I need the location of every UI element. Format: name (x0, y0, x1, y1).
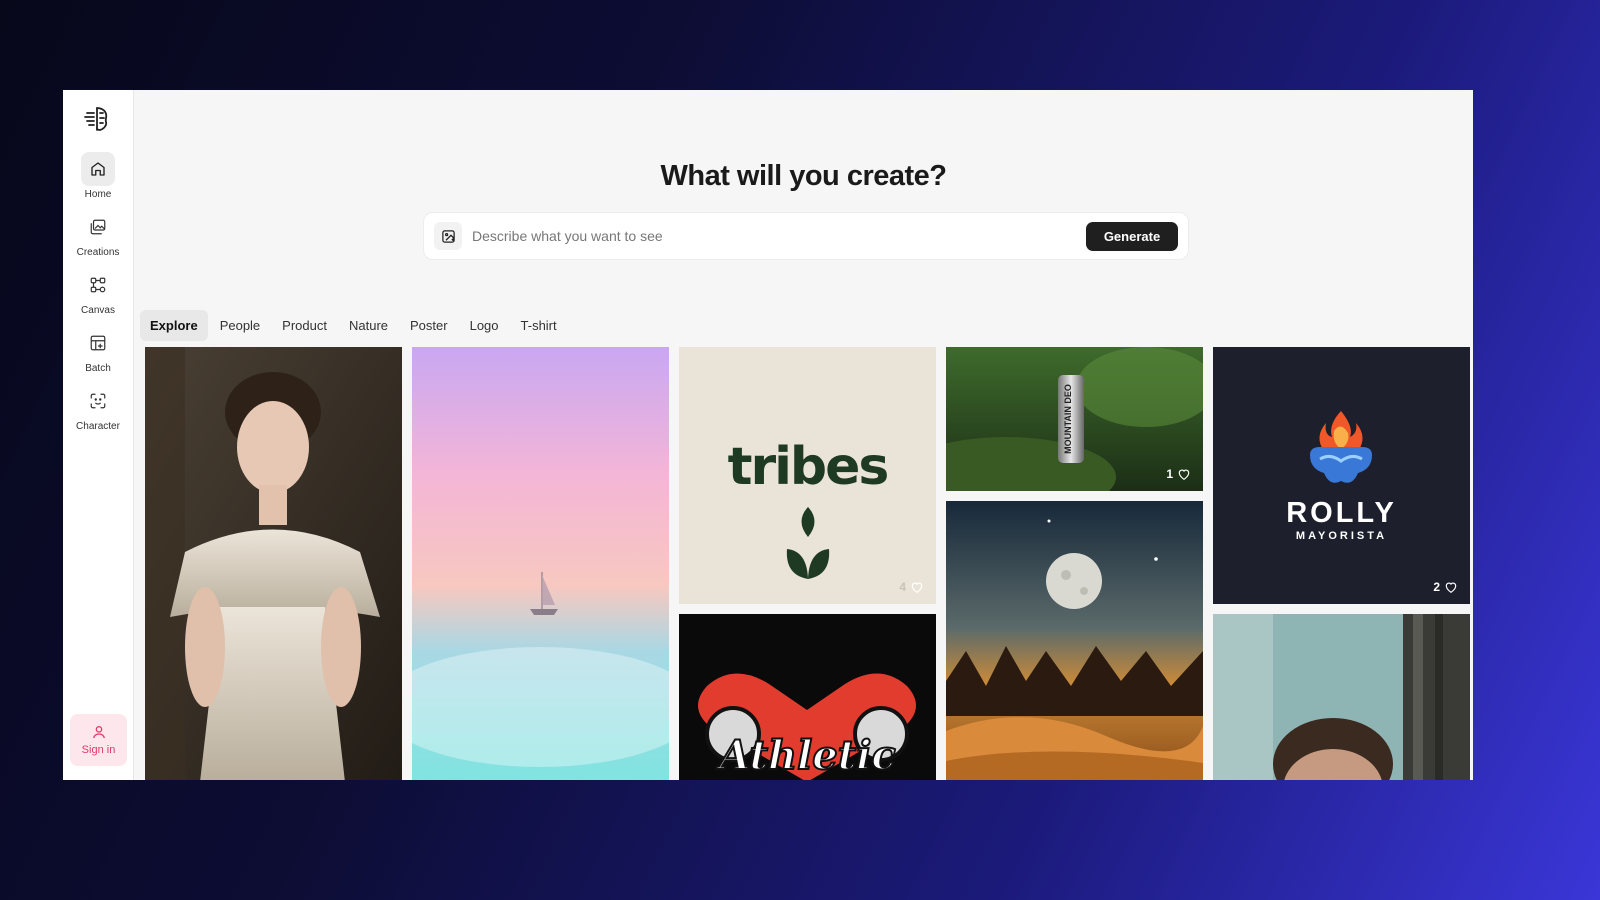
bride-portrait-image (145, 347, 402, 780)
forest-can-image: MOUNTAIN DEO (946, 347, 1203, 491)
tab-people[interactable]: People (210, 310, 270, 341)
sign-in-button[interactable]: Sign in (70, 714, 127, 766)
image-upload-button[interactable] (434, 222, 462, 250)
sidebar-item-label: Batch (85, 363, 111, 374)
sidebar-item-label: Creations (76, 247, 120, 258)
tab-logo[interactable]: Logo (460, 310, 509, 341)
gallery-image-rolly-logo[interactable]: ROLLY MAYORISTA 2 (1213, 347, 1470, 604)
pastel-sea-image (412, 347, 669, 780)
like-count: 4 (899, 580, 924, 594)
user-icon (92, 726, 105, 739)
gallery-image-athletic-logo[interactable]: Athletic (679, 614, 936, 780)
brain-logo-icon[interactable] (83, 104, 113, 134)
face-scan-icon (81, 384, 115, 418)
rolly-subtitle: MAYORISTA (1295, 530, 1388, 542)
moon-desert-image (946, 501, 1203, 780)
page-title: What will you create? (660, 160, 948, 192)
tab-poster[interactable]: Poster (400, 310, 458, 341)
tab-nature[interactable]: Nature (339, 310, 398, 341)
batch-grid-icon (81, 326, 115, 360)
gallery-image-bride-portrait[interactable] (145, 347, 402, 780)
generate-button[interactable]: Generate (1086, 221, 1178, 251)
canvas-nodes-icon (81, 268, 115, 302)
leaf-icon (786, 507, 830, 579)
prompt-bar: Generate (423, 212, 1189, 260)
heart-icon[interactable] (910, 580, 924, 594)
gallery-image-boy-portrait[interactable] (1213, 614, 1470, 780)
rolly-title: ROLLY (1286, 497, 1397, 529)
gallery-image-mountain-deo-can[interactable]: MOUNTAIN DEO 1 (946, 347, 1203, 491)
sidebar: Home Creations Canvas Batch Character Si… (63, 90, 134, 780)
sidebar-item-creations[interactable]: Creations (66, 210, 130, 258)
heart-icon[interactable] (1177, 467, 1191, 481)
sign-in-label: Sign in (81, 744, 116, 756)
sidebar-item-batch[interactable]: Batch (66, 326, 130, 374)
like-count: 1 (1166, 467, 1191, 481)
sidebar-item-label: Home (84, 189, 112, 200)
tab-tshirt[interactable]: T-shirt (511, 310, 567, 341)
category-tabs: Explore People Product Nature Poster Log… (140, 310, 567, 341)
tribes-logo-text: tribes (727, 437, 890, 497)
tab-product[interactable]: Product (272, 310, 337, 341)
gallery-image-moon-desert[interactable] (946, 501, 1203, 780)
sidebar-item-character[interactable]: Character (66, 384, 130, 432)
tab-explore[interactable]: Explore (140, 310, 208, 341)
athletic-text: Athletic (718, 731, 897, 780)
image-add-icon (441, 229, 455, 243)
prompt-input[interactable] (472, 228, 1086, 244)
gallery-image-tribes-logo[interactable]: tribes 4 (679, 347, 936, 604)
can-label-text: MOUNTAIN DEO (1063, 384, 1073, 454)
images-icon (81, 210, 115, 244)
flame-brain-icon (1310, 411, 1372, 483)
home-icon (81, 152, 115, 186)
like-count: 2 (1433, 580, 1458, 594)
sidebar-item-canvas[interactable]: Canvas (66, 268, 130, 316)
sidebar-item-label: Canvas (81, 305, 115, 316)
sidebar-item-home[interactable]: Home (66, 152, 130, 200)
sidebar-item-label: Character (76, 421, 120, 432)
main-content: What will you create? Generate Explore P… (134, 90, 1473, 780)
heart-icon[interactable] (1444, 580, 1458, 594)
boy-portrait-image (1213, 614, 1470, 780)
gallery-image-pastel-sea[interactable] (412, 347, 669, 780)
app-window: Home Creations Canvas Batch Character Si… (63, 90, 1473, 780)
